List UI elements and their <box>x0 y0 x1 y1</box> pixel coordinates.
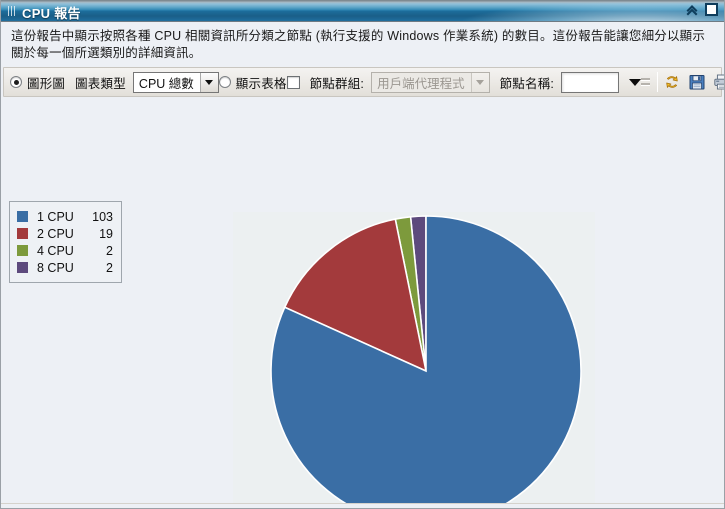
legend-color-swatch <box>17 228 28 239</box>
report-description: 這份報告中顯示按照各種 CPU 相關資訊所分類之節點 (執行支援的 Window… <box>1 22 724 67</box>
toolbar-separator <box>657 72 659 92</box>
window-bottom-edge <box>1 503 724 508</box>
legend-color-swatch <box>17 262 28 273</box>
chevron-down-icon[interactable] <box>199 72 218 92</box>
chevron-double-up-icon[interactable] <box>685 3 699 17</box>
legend-item: 2 CPU 19 <box>17 225 113 242</box>
chart-type-select[interactable]: CPU 總數 <box>132 71 219 93</box>
table-view-label: 顯示表格 <box>235 76 287 91</box>
grip-dots-icon <box>8 6 16 16</box>
pie-slices <box>270 215 582 508</box>
node-group-value: 用戶端代理程式 <box>377 76 465 91</box>
node-group-select[interactable]: 用戶端代理程式 <box>371 71 490 93</box>
legend-rows: 1 CPU 103 2 CPU 19 4 CPU 2 8 CPU 2 <box>17 208 113 276</box>
legend-label: 1 CPU <box>37 209 74 224</box>
maximize-square-icon[interactable] <box>705 3 719 17</box>
pie-chart <box>233 212 595 508</box>
titlebar-sheen <box>354 0 724 21</box>
legend-color-swatch <box>17 211 28 222</box>
save-icon[interactable] <box>687 72 707 92</box>
legend-value: 103 <box>92 209 113 224</box>
titlebar-buttons <box>685 3 719 17</box>
window-titlebar: CPU 報告 <box>1 0 724 22</box>
report-content: 1 CPU 103 2 CPU 19 4 CPU 2 8 CPU 2 <box>1 97 724 508</box>
legend-value: 19 <box>99 226 113 241</box>
refresh-icon[interactable] <box>662 72 682 92</box>
chart-type-label: 圖表類型 <box>75 76 126 91</box>
node-group-label: 節點群組: <box>309 76 365 91</box>
print-icon[interactable] <box>712 72 724 92</box>
legend-item: 4 CPU 2 <box>17 242 113 259</box>
chart-type-value: CPU 總數 <box>138 76 194 91</box>
chart-view-radio[interactable] <box>10 76 22 88</box>
legend-label: 4 CPU <box>37 243 74 258</box>
node-name-label: 節點名稱: <box>499 76 555 91</box>
chart-legend: 1 CPU 103 2 CPU 19 4 CPU 2 8 CPU 2 <box>9 201 122 283</box>
page-title: CPU 報告 <box>22 6 81 21</box>
table-view-checkbox[interactable] <box>286 75 300 89</box>
toolbar-action-icons <box>662 72 724 92</box>
report-toolbar: 圖形圖 圖表類型 CPU 總數 顯示表格 節點群組: 用戶端代理程式 節點名稱: <box>3 67 724 97</box>
legend-value: 2 <box>106 243 113 258</box>
legend-label: 2 CPU <box>37 226 74 241</box>
chevron-down-icon[interactable] <box>470 72 489 92</box>
cpu-report-window: CPU 報告 這份報告中顯示按照各種 CPU 相關資訊所分類之節點 (執行支援的… <box>0 0 725 509</box>
legend-item: 1 CPU 103 <box>17 208 113 225</box>
node-name-input[interactable] <box>561 71 620 93</box>
node-name-dropdown-icon[interactable] <box>629 78 642 86</box>
pie-chart-svg <box>270 215 582 508</box>
table-view-radio[interactable] <box>218 76 231 88</box>
legend-label: 8 CPU <box>37 260 74 275</box>
toolbar-overflow-grip[interactable] <box>641 75 651 89</box>
chart-view-label: 圖形圖 <box>27 76 66 91</box>
legend-item: 8 CPU 2 <box>17 259 113 276</box>
legend-value: 2 <box>106 260 113 275</box>
legend-color-swatch <box>17 245 28 256</box>
